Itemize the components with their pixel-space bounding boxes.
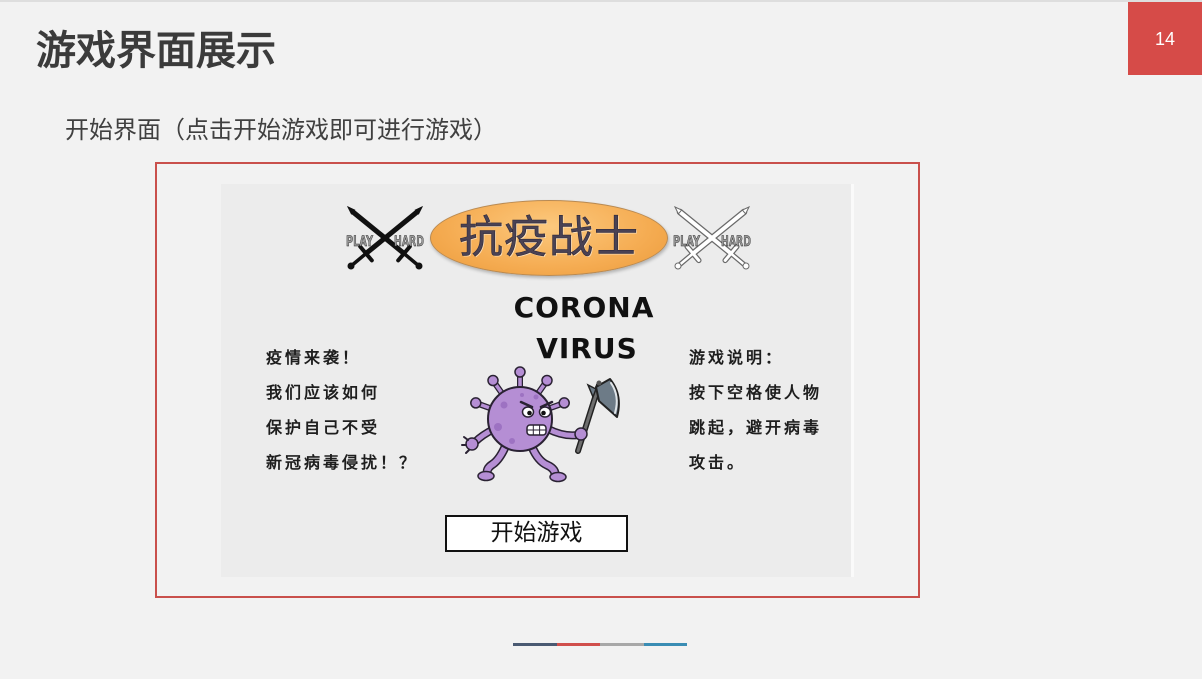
game-instructions: 游戏说明： 按下空格使人物 跳起，避开病毒 攻击。 — [689, 340, 822, 480]
badge-word-hard: HARD — [721, 234, 751, 250]
slide-top-rule — [0, 0, 1202, 2]
start-game-button[interactable]: 开始游戏 — [445, 515, 628, 552]
story-line: 新冠病毒侵扰！？ — [266, 453, 419, 472]
instruction-line: 攻击。 — [689, 453, 747, 472]
story-line: 我们应该如何 — [266, 383, 381, 402]
slide-subtitle: 开始界面（点击开始游戏即可进行游戏） — [65, 116, 497, 144]
footer-bar-segment — [643, 643, 687, 646]
badge-word-play: PLAY — [346, 234, 374, 250]
page-number-badge: 14 — [1128, 2, 1202, 75]
game-start-screen: PLAY HARD 抗疫战士 PLAY HARD CORONA VIRUS 疫情… — [221, 184, 854, 577]
slide: 游戏界面展示 14 开始界面（点击开始游戏即可进行游戏） PLAY HARD 抗… — [0, 0, 1202, 679]
virus-caption-line: VIRUS — [536, 332, 638, 365]
virus-mascot-icon — [461, 366, 620, 483]
footer-accent-bar — [513, 643, 687, 646]
game-title: 抗疫战士 — [459, 212, 639, 263]
virus-caption-line: CORONA — [513, 291, 655, 324]
story-line: 保护自己不受 — [266, 418, 381, 437]
instruction-line: 跳起，避开病毒 — [689, 418, 823, 437]
instruction-line: 游戏说明： — [689, 348, 785, 367]
footer-bar-segment — [600, 643, 644, 646]
story-text: 疫情来袭！ 我们应该如何 保护自己不受 新冠病毒侵扰！？ — [266, 340, 418, 480]
instruction-line: 按下空格使人物 — [689, 383, 823, 402]
crossed-swords-icon: PLAY HARD — [673, 205, 751, 270]
virus-foot — [549, 471, 567, 483]
page-number: 14 — [1154, 28, 1176, 49]
footer-bar-segment — [556, 643, 600, 646]
axe-icon — [575, 378, 620, 454]
virus-caption: CORONA VIRUS — [499, 287, 669, 369]
game-title-banner: 抗疫战士 — [430, 200, 668, 276]
badge-word-play: PLAY — [673, 234, 701, 250]
badge-word-hard: HARD — [394, 234, 424, 250]
slide-title: 游戏界面展示 — [36, 28, 276, 74]
crossed-swords-icon: PLAY HARD — [346, 205, 424, 270]
virus-body — [487, 386, 553, 452]
story-line: 疫情来袭！ — [266, 348, 362, 367]
footer-bar-segment — [513, 643, 557, 646]
screenshot-frame: PLAY HARD 抗疫战士 PLAY HARD CORONA VIRUS 疫情… — [155, 162, 920, 598]
virus-foot — [477, 470, 495, 482]
